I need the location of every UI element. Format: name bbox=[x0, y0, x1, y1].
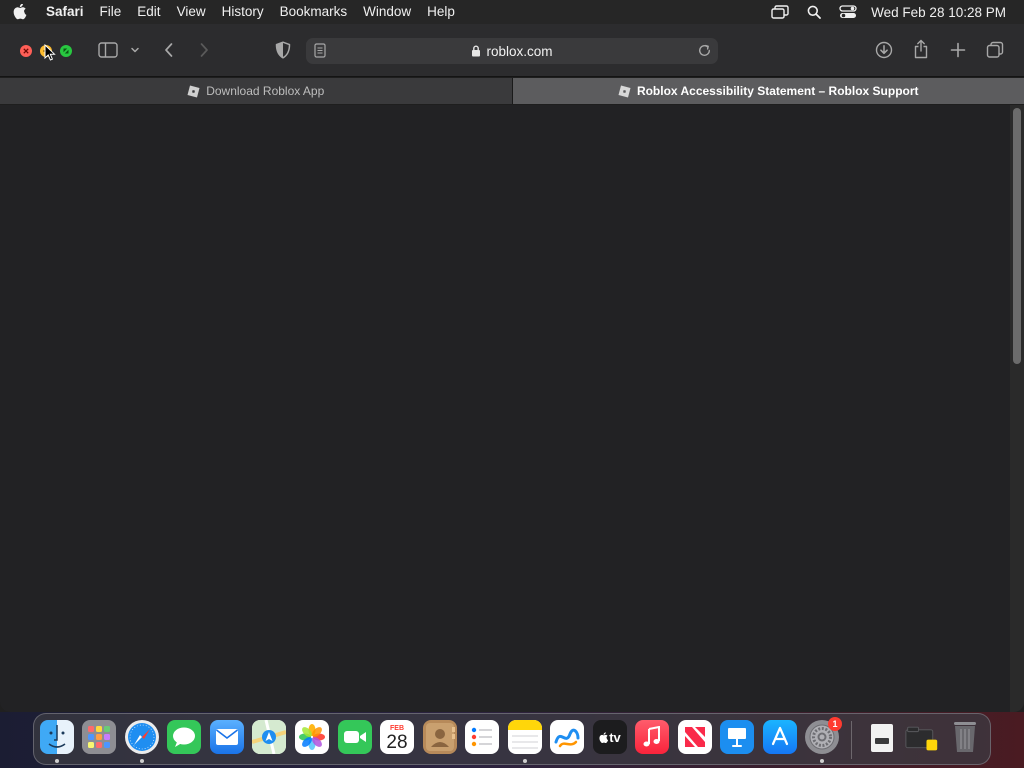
messages-icon[interactable] bbox=[167, 720, 201, 754]
calendar-day: 28 bbox=[386, 731, 408, 753]
apple-tv-icon[interactable]: tv bbox=[593, 720, 627, 754]
tab-group-dropdown-button[interactable] bbox=[128, 42, 142, 58]
download-icon bbox=[875, 41, 893, 59]
address-bar[interactable]: roblox.com bbox=[306, 38, 718, 64]
running-indicator bbox=[140, 759, 144, 763]
finder-icon[interactable] bbox=[40, 720, 74, 754]
contacts-icon[interactable] bbox=[423, 720, 457, 754]
menubar-clock[interactable]: Wed Feb 28 10:28 PM bbox=[865, 5, 1016, 20]
maps-icon[interactable] bbox=[252, 720, 286, 754]
share-button[interactable] bbox=[910, 38, 932, 60]
menu-window[interactable]: Window bbox=[355, 0, 419, 24]
menu-help[interactable]: Help bbox=[419, 0, 463, 24]
tab-roblox-accessibility-statement[interactable]: Roblox Accessibility Statement – Roblox … bbox=[512, 78, 1024, 104]
tab-title: Download Roblox App bbox=[206, 84, 325, 98]
web-content-area[interactable] bbox=[0, 105, 1010, 712]
menu-file[interactable]: File bbox=[92, 0, 130, 24]
tab-overview-icon bbox=[986, 41, 1004, 58]
downloads-folder-icon[interactable] bbox=[905, 720, 939, 754]
lock-icon bbox=[471, 45, 481, 57]
menu-view[interactable]: View bbox=[169, 0, 214, 24]
roblox-favicon-icon bbox=[187, 85, 200, 98]
trash-icon[interactable] bbox=[948, 720, 982, 754]
news-icon[interactable] bbox=[678, 720, 712, 754]
music-icon[interactable] bbox=[635, 720, 669, 754]
menu-edit[interactable]: Edit bbox=[129, 0, 168, 24]
plus-icon bbox=[950, 42, 966, 58]
roblox-favicon-icon bbox=[618, 85, 631, 98]
downloads-button[interactable] bbox=[873, 39, 895, 61]
chevron-left-icon bbox=[165, 43, 173, 57]
safari-icon[interactable] bbox=[125, 720, 159, 754]
spotlight-search-icon[interactable] bbox=[797, 0, 831, 24]
dock: FEB 28 tv 1 bbox=[33, 713, 991, 765]
tab-bar: Download Roblox App Roblox Accessibility… bbox=[0, 78, 1024, 104]
scrollbar-thumb[interactable] bbox=[1013, 108, 1021, 364]
share-icon bbox=[914, 39, 928, 59]
menu-history[interactable]: History bbox=[214, 0, 272, 24]
vertical-scrollbar[interactable] bbox=[1010, 105, 1024, 712]
safari-window: roblox.com Download Roblox App Roblox Ac… bbox=[0, 24, 1024, 712]
mouse-cursor-icon bbox=[44, 43, 56, 66]
menu-app-name[interactable]: Safari bbox=[40, 0, 92, 24]
keynote-icon[interactable] bbox=[720, 720, 754, 754]
launchpad-icon[interactable] bbox=[82, 720, 116, 754]
tab-download-roblox-app[interactable]: Download Roblox App bbox=[0, 78, 513, 104]
document-stack-icon[interactable] bbox=[865, 720, 899, 754]
address-url-text: roblox.com bbox=[486, 43, 553, 59]
apple-menu-icon[interactable] bbox=[0, 4, 40, 20]
photos-icon[interactable] bbox=[295, 720, 329, 754]
toolbar: roblox.com bbox=[0, 24, 1024, 77]
app-store-icon[interactable] bbox=[763, 720, 797, 754]
apple-tv-label: tv bbox=[609, 729, 621, 745]
menu-bar: Safari File Edit View History Bookmarks … bbox=[0, 0, 1024, 24]
reader-view-icon[interactable] bbox=[314, 43, 326, 61]
running-indicator bbox=[820, 759, 824, 763]
privacy-report-button[interactable] bbox=[272, 39, 294, 61]
reload-icon[interactable] bbox=[697, 43, 712, 61]
notification-badge: 1 bbox=[828, 717, 842, 731]
dock-separator bbox=[851, 721, 852, 759]
sidebar-toggle-button[interactable] bbox=[96, 40, 120, 60]
menu-bookmarks[interactable]: Bookmarks bbox=[272, 0, 356, 24]
control-center-icon[interactable] bbox=[831, 0, 865, 24]
notes-icon[interactable] bbox=[508, 720, 542, 754]
freeform-icon[interactable] bbox=[550, 720, 584, 754]
calendar-icon[interactable]: FEB 28 bbox=[380, 720, 414, 754]
chevron-down-icon bbox=[131, 47, 139, 53]
running-indicator bbox=[523, 759, 527, 763]
shield-icon bbox=[275, 41, 291, 59]
screen-mirroring-icon[interactable] bbox=[763, 0, 797, 24]
back-button[interactable] bbox=[158, 39, 180, 61]
forward-button[interactable] bbox=[193, 39, 215, 61]
reminders-icon[interactable] bbox=[465, 720, 499, 754]
new-tab-button[interactable] bbox=[947, 39, 969, 61]
chevron-right-icon bbox=[200, 43, 208, 57]
sidebar-icon bbox=[98, 42, 118, 58]
apple-logo-icon bbox=[599, 731, 609, 743]
mail-icon[interactable] bbox=[210, 720, 244, 754]
running-indicator bbox=[55, 759, 59, 763]
zoom-window-button[interactable] bbox=[60, 45, 72, 57]
tab-overview-button[interactable] bbox=[984, 39, 1006, 61]
tab-title: Roblox Accessibility Statement – Roblox … bbox=[636, 84, 919, 98]
facetime-icon[interactable] bbox=[338, 720, 372, 754]
close-window-button[interactable] bbox=[20, 45, 32, 57]
